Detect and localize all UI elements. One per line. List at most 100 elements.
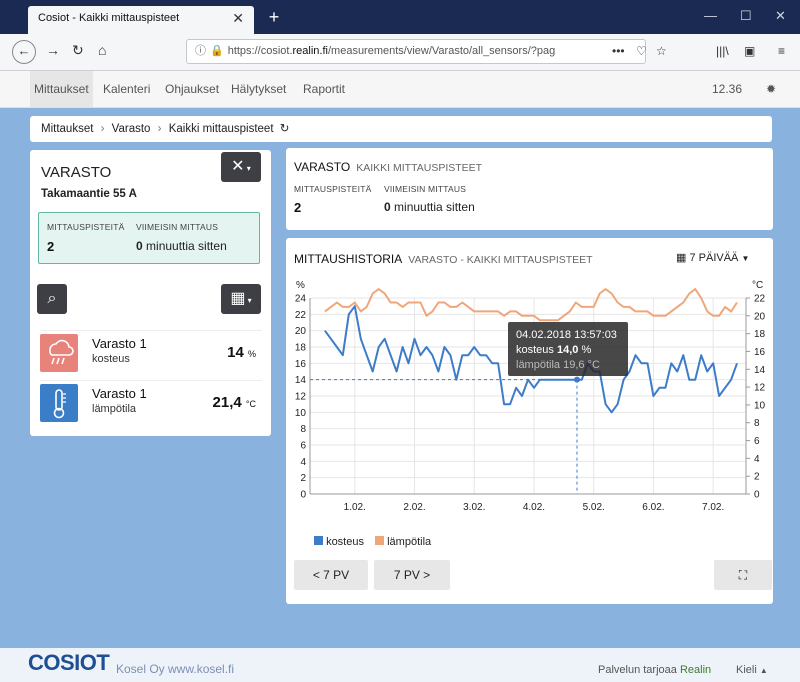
summary-label-points: Mittauspisteitä [294,184,372,194]
tooltip-row1-unit: % [578,344,591,356]
tooltip-row2: lämpötila 19,6 °C [516,359,600,371]
url-bar[interactable]: ⓘ 🔒 https://cosiot.realin.fi/measurements/… [186,39,646,64]
stat-last-text: minuuttia sitten [146,239,227,253]
range-dropdown[interactable]: ▦ 7 PÄIVÄÄ ▼ [676,251,749,264]
clock: 12.36 [712,82,743,96]
legend-kosteus[interactable]: kosteus [326,536,364,548]
fullscreen-button[interactable]: ⛶ [714,560,772,590]
next-7-days-button[interactable]: 7 PV > [374,560,450,590]
nav-halytykset[interactable]: Hälytykset [231,71,286,107]
back-icon[interactable]: ← [12,40,36,64]
reload-icon[interactable]: ↻ [72,42,84,59]
minimize-icon[interactable]: — [704,8,717,23]
breadcrumb: Mittaukset › Varasto › Kaikki mittauspis… [30,116,772,142]
y-right-tick-label: 14 [754,365,766,376]
breadcrumb-separator-icon: › [157,123,162,135]
tools-dropdown-button[interactable]: ✕ ▾ [221,152,261,182]
y-left-tick-label: 6 [300,441,306,452]
x-tick-label: 1.02. [344,502,366,513]
brand-sub[interactable]: Kosel Oy www.kosel.fi [116,662,234,676]
tooltip-row1-value: 14,0 [557,344,578,356]
sidebar-icon[interactable]: ▣ [744,44,755,58]
tab-close-icon[interactable]: ✕ [232,10,244,27]
pocket-icon[interactable]: ♡ [636,44,647,58]
y-left-tick-label: 24 [295,294,307,305]
legend-lampotila[interactable]: lämpötila [387,536,431,548]
browser-nav-bar: ← → ↻ ⌂ ⓘ 🔒 https://cosiot.realin.fi/measu… [0,34,800,71]
location-card: VARASTO Takamaantie 55 A ✕ ▾ Mittauspist… [30,150,271,436]
location-title: VARASTO [41,164,112,181]
nav-kalenteri[interactable]: Kalenteri [103,71,150,107]
summary-title: VARASTO [294,160,351,174]
url-rest: /measurements/view/Varasto/all_sensors/?… [327,45,556,57]
sensor-type: kosteus [92,353,130,365]
legend-swatch-lampotila [375,536,385,545]
maximize-icon[interactable]: ☐ [740,8,752,24]
sensor-item[interactable]: Varasto 1 lämpötila 21,4 °C [40,382,262,428]
y-left-tick-label: 16 [295,359,307,370]
language-dropdown[interactable]: Kieli ▲ [736,664,768,676]
forward-icon[interactable]: → [46,42,60,58]
sensor-unit: °C [245,399,256,409]
sensor-type: lämpötila [92,403,137,415]
library-icon[interactable]: |||\ [716,44,729,58]
nav-mittaukset[interactable]: Mittaukset [30,71,93,107]
sensor-unit: % [247,349,256,359]
y-right-tick-label: 12 [754,383,766,394]
sensor-name: Varasto 1 [92,386,147,401]
caret-down-icon: ▾ [245,296,252,305]
search-button[interactable]: ⌕ [37,284,67,314]
nav-ohjaukset[interactable]: Ohjaukset [165,71,219,107]
gear-icon[interactable]: ✹ [766,71,776,107]
fullscreen-icon: ⛶ [738,568,748,582]
sensor-value-number: 21,4 [212,394,242,411]
y-left-tick-label: 2 [300,473,306,484]
summary-card: VARASTO KAIKKI MITTAUSPISTEET Mittauspist… [286,148,773,230]
browser-tab[interactable]: Cosiot - Kaikki mittauspisteet ✕ [28,6,254,34]
summary-last-text: minuuttia sitten [394,200,475,214]
y-right-tick-label: 18 [754,329,766,340]
view-dropdown-button[interactable]: ▦ ▾ [221,284,261,314]
series-line-lampotila [324,288,738,322]
refresh-icon[interactable]: ↻ [280,123,290,135]
nav-raportit[interactable]: Raportit [303,71,345,107]
y-right-tick-label: 4 [754,454,760,465]
history-chart[interactable]: 0246810121416182022240246810121416182022… [286,278,773,558]
browser-tab-bar: Cosiot - Kaikki mittauspisteet ✕ + — ☐ ✕ [0,0,800,34]
x-tick-label: 7.02. [702,502,724,513]
page-actions-icon[interactable]: ••• [612,44,625,58]
page-content: Mittaukset › Varasto › Kaikki mittauspis… [0,108,800,648]
bookmark-star-icon[interactable]: ☆ [656,44,667,58]
new-tab-icon[interactable]: + [262,6,286,30]
provider-name[interactable]: Realin [680,664,711,676]
x-tick-label: 3.02. [463,502,485,513]
stat-points-value: 2 [47,239,55,254]
stat-last-value: 0 minuuttia sitten [136,239,227,253]
url-prefix: https://cosiot. [227,45,293,57]
thermometer-icon [40,384,78,422]
sensor-item[interactable]: Varasto 1 kosteus 14 % [40,332,262,378]
x-tick-label: 6.02. [642,502,664,513]
stat-label-points: Mittauspisteitä [47,222,125,232]
menu-icon[interactable]: ≡ [778,44,785,58]
home-icon[interactable]: ⌂ [98,42,106,58]
y-left-tick-label: 18 [295,343,307,354]
tooltip-time: 04.02.2018 13:57:03 [516,329,617,341]
language-label: Kieli [736,664,757,676]
lock-icon: 🔒 [210,45,224,57]
y-left-tick-label: 12 [295,392,307,403]
prev-7-days-button[interactable]: < 7 PV [294,560,368,590]
window-close-icon[interactable]: ✕ [775,8,786,24]
breadcrumb-separator-icon: › [100,123,105,135]
brand-logo: COSIOT [28,650,110,675]
breadcrumb-varasto[interactable]: Varasto [112,123,151,135]
divider [40,380,262,381]
breadcrumb-current: Kaikki mittauspisteet [168,123,274,135]
stat-last-number: 0 [136,239,143,253]
tools-icon: ✕ [231,158,245,175]
info-icon[interactable]: ⓘ [195,45,206,57]
y-left-tick-label: 8 [300,424,306,435]
y-left-unit: % [296,280,305,291]
breadcrumb-mittaukset[interactable]: Mittaukset [41,123,93,135]
y-left-tick-label: 0 [300,490,306,501]
